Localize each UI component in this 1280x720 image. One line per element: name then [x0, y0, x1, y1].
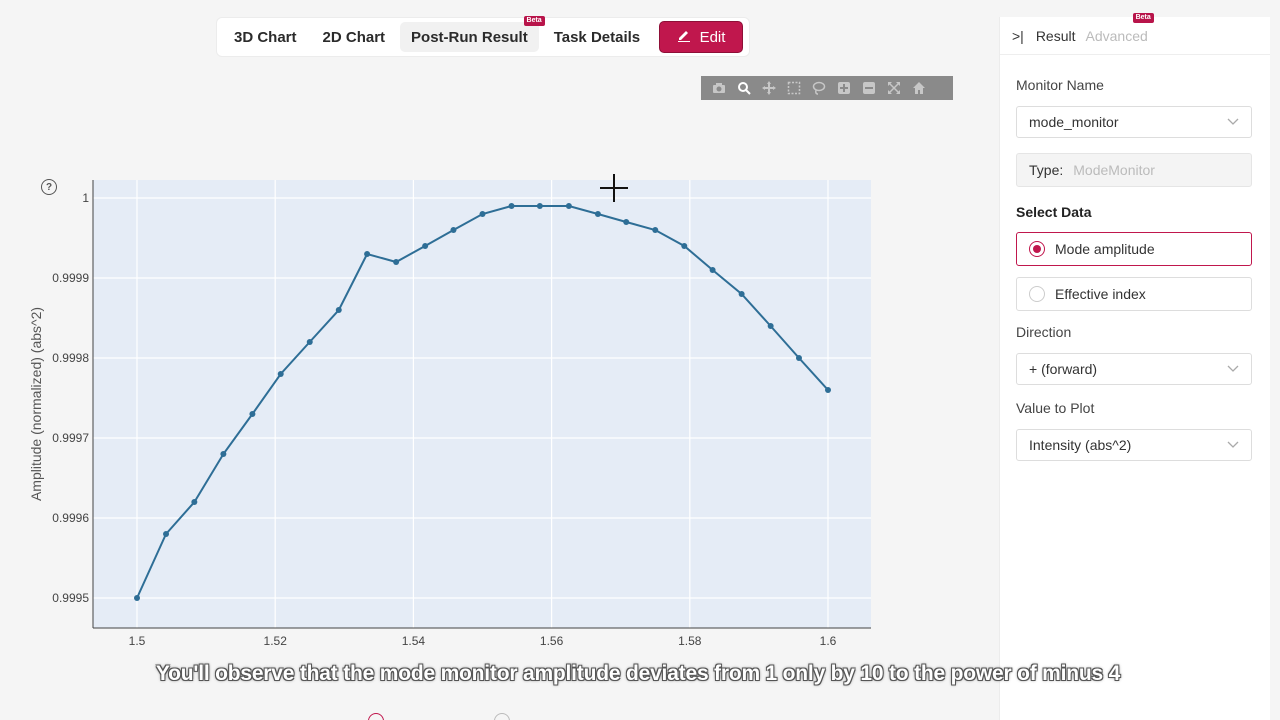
data-point [681, 243, 688, 249]
y-tick-label: 0.9995 [52, 591, 89, 605]
x-tick-label: 1.52 [264, 634, 288, 648]
radio-label: Mode amplitude [1055, 241, 1155, 257]
y-tick-label: 0.9999 [52, 271, 89, 285]
x-tick-label: 1.54 [402, 634, 426, 648]
monitor-name-value: mode_monitor [1029, 114, 1119, 130]
y-tick-label: 0.9997 [52, 431, 89, 445]
data-point [422, 243, 429, 249]
radio-effective-index[interactable]: Effective index [1016, 277, 1252, 311]
value-to-plot-label: Value to Plot [1016, 400, 1095, 416]
value-to-plot-value: Intensity (abs^2) [1029, 437, 1132, 453]
legend-radio-icon[interactable] [494, 713, 510, 720]
y-tick-label: 0.9996 [52, 511, 89, 525]
help-icon[interactable]: ? [41, 179, 57, 195]
data-point [191, 499, 198, 505]
x-tick-label: 1.58 [678, 634, 702, 648]
y-tick-label: 0.9998 [52, 351, 89, 365]
result-panel: >| Result Advanced Beta Monitor Name mode… [999, 12, 1270, 720]
series-line [136, 205, 829, 599]
data-point [479, 211, 486, 217]
monitor-name-select[interactable]: mode_monitor [1016, 106, 1252, 138]
radio-selected-icon [1029, 241, 1045, 257]
data-point [163, 531, 170, 537]
data-point [134, 595, 140, 601]
video-caption: You'll observe that the mode monitor amp… [155, 662, 1121, 685]
type-value: ModeMonitor [1073, 162, 1155, 178]
data-point [738, 291, 745, 297]
type-field: Type: ModeMonitor [1016, 153, 1252, 187]
radio-unselected-icon [1029, 286, 1045, 302]
tab-result[interactable]: Result [1036, 28, 1076, 44]
chevron-down-icon [1227, 118, 1239, 125]
direction-select[interactable]: + (forward) [1016, 353, 1252, 385]
data-point [795, 355, 802, 361]
chevron-down-icon [1227, 365, 1239, 372]
data-point [652, 227, 659, 233]
x-tick-label: 1.56 [540, 634, 564, 648]
data-point [306, 339, 313, 345]
legend-radio-icon[interactable] [368, 713, 384, 720]
tab-advanced[interactable]: Advanced Beta [1085, 12, 1154, 44]
collapse-panel-icon[interactable]: >| [1012, 28, 1024, 44]
data-point [623, 219, 630, 225]
crosshair-cursor-icon [600, 174, 628, 202]
data-point [508, 203, 515, 209]
radio-label: Effective index [1055, 286, 1146, 302]
chevron-down-icon [1227, 441, 1239, 448]
data-point [364, 251, 371, 257]
data-point [249, 411, 256, 417]
type-label: Type: [1029, 162, 1064, 178]
data-point [709, 267, 716, 273]
value-to-plot-select[interactable]: Intensity (abs^2) [1016, 429, 1252, 461]
data-point [565, 203, 572, 209]
x-tick-label: 1.6 [820, 634, 837, 648]
data-point [277, 371, 284, 377]
amplitude-line-chart: 1.5 1.52 1.54 1.56 1.58 1.6 0.9995 0.9996 0.9997… [52, 180, 871, 648]
radio-mode-amplitude[interactable]: Mode amplitude [1016, 232, 1252, 266]
tab-advanced-label: Advanced [1085, 27, 1148, 44]
select-data-label: Select Data [1016, 204, 1092, 220]
direction-label: Direction [1016, 324, 1072, 340]
data-point [536, 203, 543, 209]
data-point [220, 451, 227, 457]
beta-badge: Beta [1132, 12, 1154, 23]
panel-header: >| Result Advanced Beta [1000, 12, 1270, 55]
data-point [393, 259, 400, 265]
data-point [594, 211, 601, 217]
y-tick-label: 1 [82, 191, 89, 205]
data-point [450, 227, 457, 233]
x-tick-label: 1.5 [129, 634, 146, 648]
data-point [335, 307, 342, 313]
legend-radio-peek [368, 713, 510, 720]
monitor-name-label: Monitor Name [1016, 77, 1104, 93]
direction-value: + (forward) [1029, 361, 1098, 377]
y-axis-label: Amplitude (normalized) (abs^2) [28, 306, 44, 502]
data-point [825, 387, 831, 393]
data-point [767, 323, 774, 329]
